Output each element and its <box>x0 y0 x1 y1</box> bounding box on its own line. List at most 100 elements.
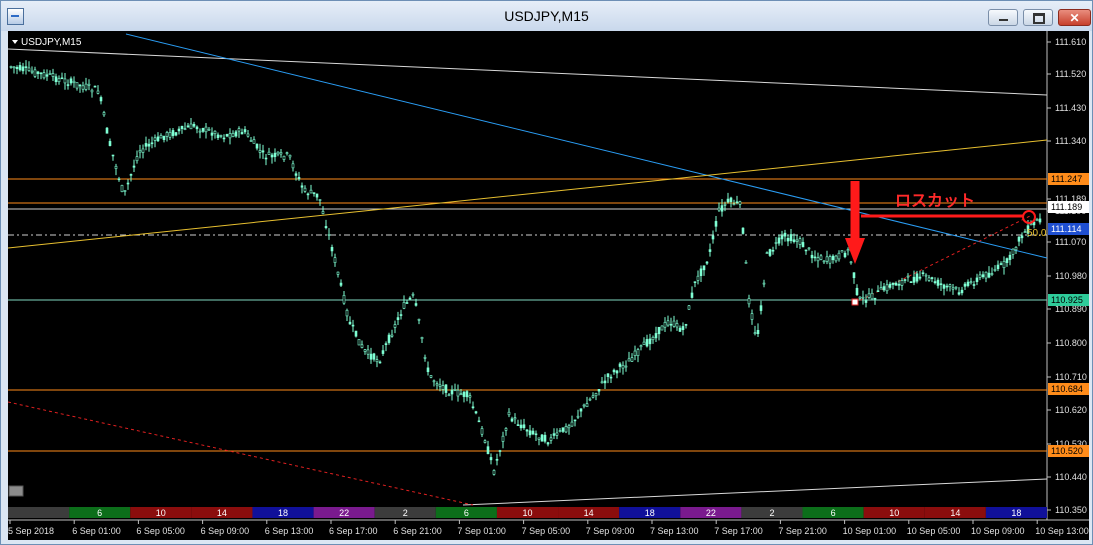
candle-body <box>600 381 604 384</box>
candle-body <box>387 334 391 343</box>
time-label: 7 Sep 13:00 <box>650 526 699 536</box>
chart-shift-handle[interactable] <box>8 485 24 497</box>
candle-body <box>546 442 550 445</box>
candle-body <box>474 411 478 414</box>
candle-body <box>195 126 199 130</box>
candle-body <box>342 295 346 304</box>
candle-body <box>828 256 832 264</box>
title-bar[interactable]: USDJPY,M15 <box>1 1 1092 31</box>
candle-body <box>162 135 166 140</box>
candle-body <box>747 298 751 305</box>
candle-body <box>372 353 376 360</box>
candle-body <box>246 133 250 137</box>
time-label: 7 Sep 21:00 <box>778 526 827 536</box>
session-band-label: 6 <box>97 508 102 518</box>
candle-body <box>648 338 652 345</box>
price-tag-label: 111.189 <box>1051 202 1082 212</box>
trendline-blue[interactable] <box>125 33 1048 259</box>
candle-body <box>234 131 238 137</box>
candle-body <box>642 341 646 346</box>
candle-body <box>198 130 202 133</box>
price-label: 111.070 <box>1055 237 1086 247</box>
candle-body <box>975 277 979 282</box>
candle-body <box>780 235 784 240</box>
session-band-label: 14 <box>584 508 594 518</box>
candle-body <box>114 165 118 169</box>
fib-anchor-low[interactable] <box>851 298 859 306</box>
candle-body <box>447 394 451 397</box>
candle-body <box>306 193 310 196</box>
candle-body <box>873 297 877 300</box>
minimize-button[interactable] <box>988 9 1018 26</box>
fib-line-left[interactable] <box>8 401 474 506</box>
candle-body <box>951 287 955 290</box>
candle-body <box>63 78 67 84</box>
candle-body <box>933 281 937 284</box>
candle-body <box>417 318 421 321</box>
price-tag-label: 110.925 <box>1051 295 1083 305</box>
candle-body <box>678 327 682 332</box>
candle-body <box>489 457 493 461</box>
symbol-menu-icon[interactable] <box>12 40 18 44</box>
candle-body <box>117 178 121 181</box>
candle-body <box>486 446 490 455</box>
candle-body <box>1011 248 1015 255</box>
candle-body <box>90 89 94 93</box>
trendline-yellow[interactable] <box>8 139 1048 249</box>
candle-body <box>219 135 223 137</box>
candle-body <box>540 434 544 442</box>
candle-body <box>429 375 433 378</box>
trendline-upper-white[interactable] <box>8 48 1048 96</box>
candle-body <box>924 274 928 277</box>
candle-body <box>432 380 436 383</box>
candle-body <box>444 384 448 393</box>
candle-body <box>321 211 325 214</box>
candle-body <box>87 83 91 86</box>
candle-body <box>399 314 403 316</box>
candle-body <box>831 255 835 261</box>
candle-body <box>672 320 676 327</box>
price-label: 110.620 <box>1055 405 1087 415</box>
candle-body <box>411 293 415 296</box>
time-axis[interactable]: 5 Sep 2018 6 Sep 01:00 6 Sep 05:00 6 Sep 09… <box>8 520 1089 536</box>
candle-body <box>996 264 1000 270</box>
candle-body <box>609 376 613 379</box>
candle-body <box>819 255 823 260</box>
close-button[interactable] <box>1058 9 1091 26</box>
candle-body <box>324 226 328 229</box>
time-label: 10 Sep 05:00 <box>907 526 961 536</box>
candle-body <box>495 459 499 461</box>
candle-body <box>795 239 799 242</box>
candle-body <box>171 130 175 136</box>
candle-body <box>867 293 871 298</box>
candle-body <box>612 369 616 373</box>
candle-body <box>129 174 133 176</box>
candle-body <box>498 450 502 452</box>
price-tag-label: 110.520 <box>1051 446 1083 456</box>
session-band-label: 10 <box>522 508 532 518</box>
price-label: 111.340 <box>1055 136 1086 146</box>
candle-body <box>699 268 703 276</box>
candle-body <box>558 430 562 432</box>
candle-body <box>900 280 904 286</box>
candle-body <box>300 185 304 188</box>
chart-window: USDJPY,M15 ✕ ロスカット 50.0 USDJPY,M15 111.6… <box>0 0 1093 545</box>
price-axis[interactable]: 111.610 111.520 111.430 111.340 111.189 111.1… <box>1047 37 1087 515</box>
price-chart[interactable]: ロスカット 50.0 USDJPY,M15 111.610 111.520 111.… <box>8 31 1089 540</box>
candle-body <box>759 305 763 311</box>
candle-body <box>576 415 580 418</box>
candle-body <box>735 201 739 204</box>
candle-body <box>12 66 16 69</box>
trendline-lower-white[interactable] <box>462 478 1048 506</box>
candle-body <box>921 272 925 275</box>
candle-body <box>96 90 100 94</box>
candle-body <box>687 305 691 310</box>
candle-body <box>366 349 370 355</box>
maximize-button[interactable] <box>1023 9 1053 26</box>
candle-body <box>210 132 214 136</box>
session-band-label: 18 <box>278 508 288 518</box>
candle-body <box>594 393 598 397</box>
candle-body <box>1035 219 1039 222</box>
candle-body <box>69 78 73 84</box>
candle-body <box>837 252 841 260</box>
